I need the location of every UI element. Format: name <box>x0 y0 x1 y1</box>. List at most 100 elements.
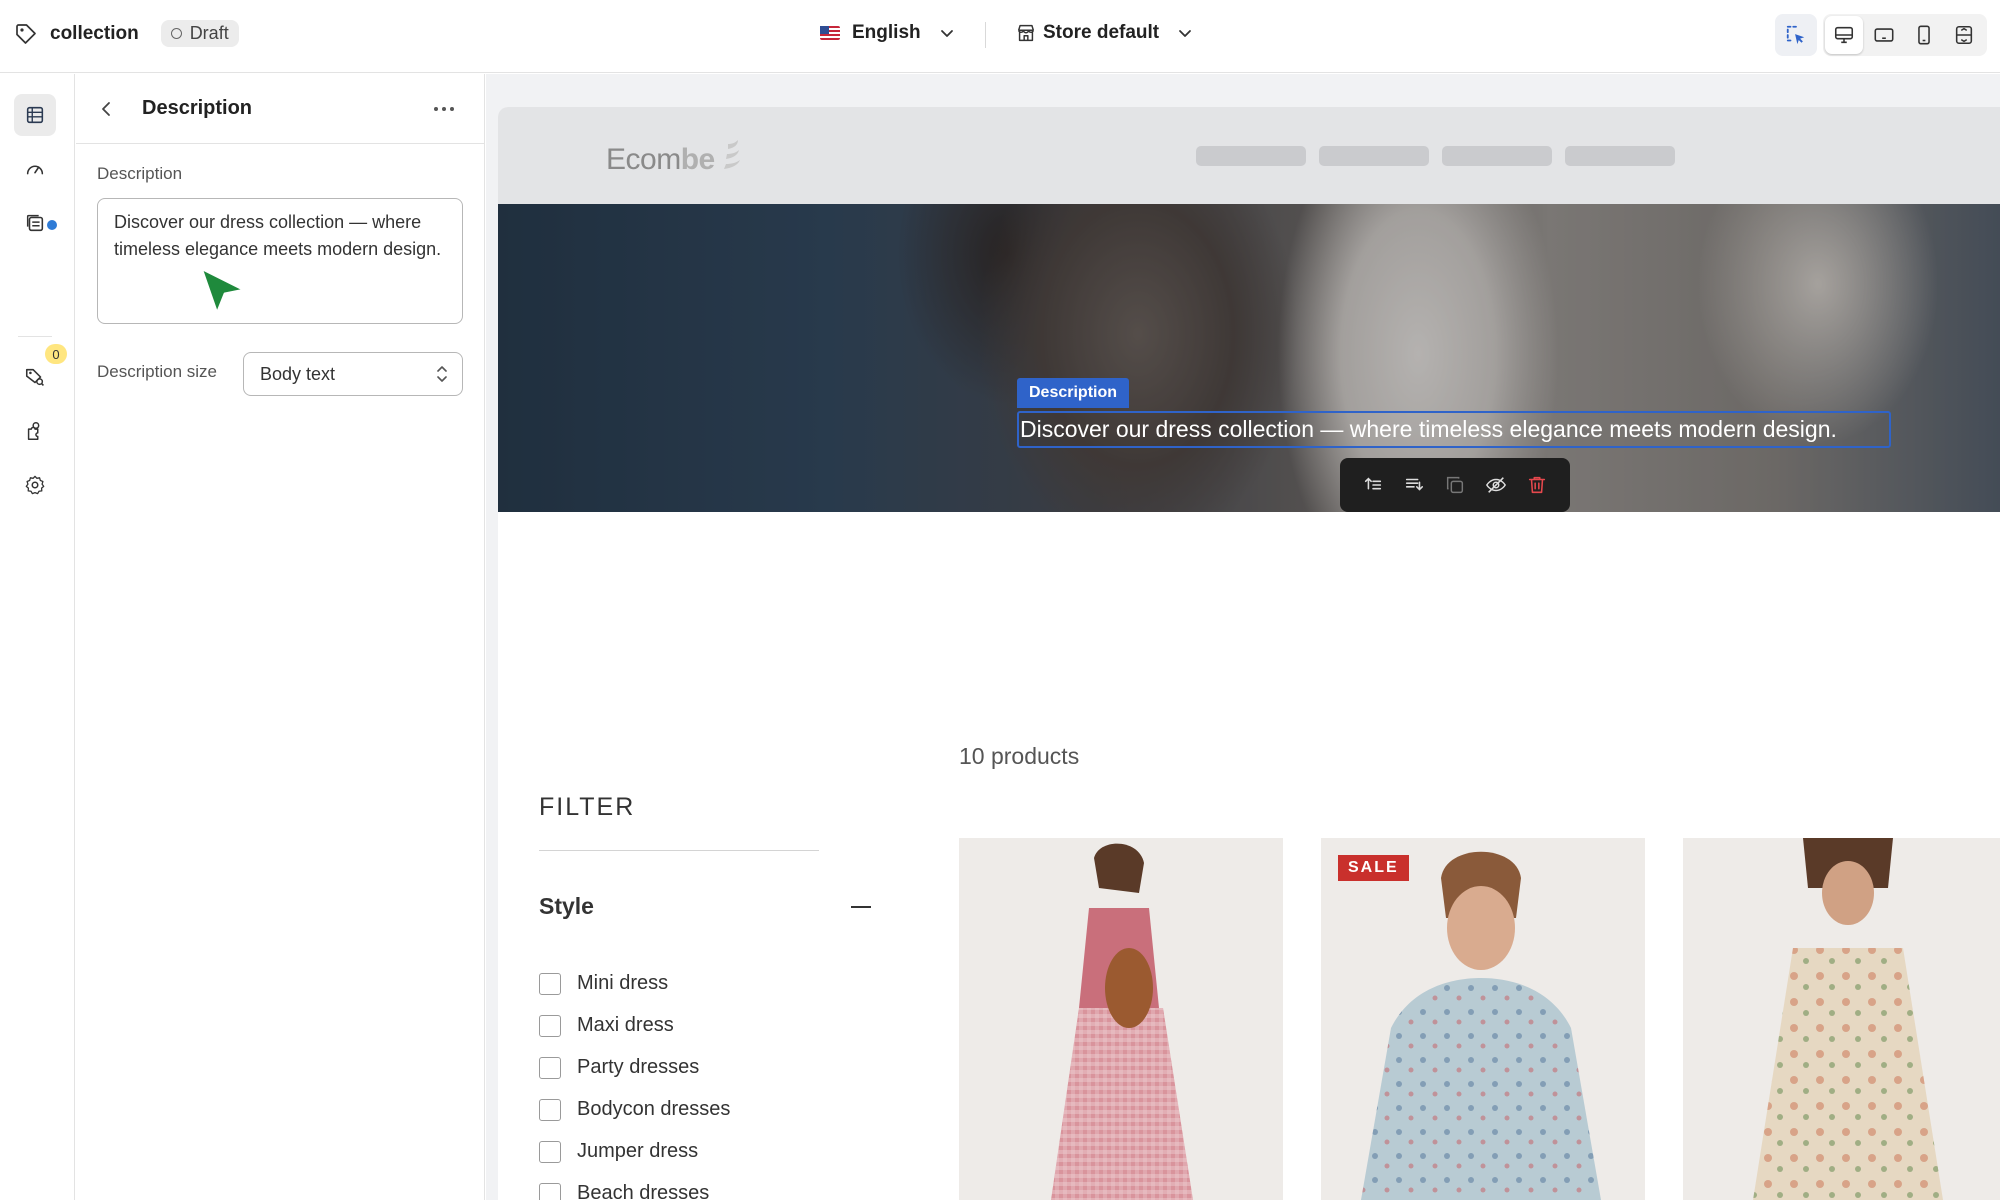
pages-icon <box>26 214 44 232</box>
delete-button[interactable] <box>1524 472 1550 498</box>
site-header: Ecombe <box>498 107 2000 204</box>
site-preview: Ecombe Description Discover our dress co… <box>498 107 2000 1200</box>
panel-header: Description <box>76 74 484 144</box>
filter-option[interactable]: Jumper dress <box>539 1140 698 1163</box>
store-icon <box>1017 24 1035 42</box>
selected-block-label: Description <box>1017 378 1130 408</box>
filter-option-label: Beach dresses <box>577 1182 710 1200</box>
logo-mark-icon <box>724 140 740 169</box>
nav-placeholder <box>1319 146 1429 166</box>
rail-divider <box>18 336 52 337</box>
filter-option-label: Bodycon dresses <box>577 1098 731 1120</box>
duplicate-icon <box>1446 476 1464 494</box>
product-card[interactable]: SALE <box>1321 838 1645 1200</box>
product-image <box>1683 838 2000 1200</box>
store-label: Store default <box>1043 22 1160 43</box>
status-badge: Draft <box>160 20 239 47</box>
more-options-icon[interactable] <box>432 98 456 120</box>
language-label: English <box>852 22 921 43</box>
mobile-view-button[interactable] <box>1905 16 1943 54</box>
checkbox[interactable] <box>539 1098 561 1121</box>
left-rail: 0 <box>0 74 75 1200</box>
language-selector[interactable]: English <box>820 22 957 44</box>
desktop-view-button[interactable] <box>1825 16 1863 54</box>
style-filter-heading[interactable]: Style <box>539 893 594 920</box>
checkbox[interactable] <box>539 1140 561 1163</box>
rail-settings-button[interactable] <box>14 464 56 506</box>
select-tool-button[interactable] <box>1775 14 1817 56</box>
hero-banner-image[interactable]: Description Discover our dress collectio… <box>498 204 2000 512</box>
rail-pages-button[interactable] <box>14 202 56 244</box>
duplicate-button[interactable] <box>1442 472 1468 498</box>
page-name: collection <box>50 22 139 44</box>
move-down-button[interactable] <box>1401 472 1427 498</box>
nav-placeholder <box>1196 146 1306 166</box>
trash-icon <box>1529 476 1546 494</box>
product-image <box>1321 838 1645 1200</box>
cursor-pointer-icon <box>199 266 247 316</box>
rail-sections-button[interactable] <box>14 94 56 136</box>
filter-option[interactable]: Beach dresses <box>539 1182 709 1200</box>
draft-dot-icon <box>170 28 182 39</box>
checkbox[interactable] <box>539 1182 561 1200</box>
device-switcher <box>1823 14 1987 56</box>
page-identity: collection Draft <box>14 20 239 47</box>
gauge-icon <box>26 165 44 175</box>
filter-option-label: Mini dress <box>577 972 669 994</box>
description-textarea[interactable]: Discover our dress collection — where ti… <box>97 198 463 324</box>
divider <box>985 22 986 48</box>
chevron-down-icon <box>940 30 953 37</box>
tablet-icon <box>1874 28 1894 42</box>
desktop-icon <box>1834 26 1854 44</box>
rail-speed-button[interactable] <box>14 148 56 190</box>
nav-placeholder <box>1565 146 1675 166</box>
move-down-icon <box>1405 478 1423 491</box>
filter-option[interactable]: Party dresses <box>539 1056 699 1079</box>
filter-divider <box>539 850 819 851</box>
description-size-value: Body text <box>260 364 336 384</box>
logo-text-bold: be <box>680 143 716 176</box>
move-up-button[interactable] <box>1360 472 1386 498</box>
fullscreen-view-button[interactable] <box>1945 16 1983 54</box>
description-size-label: Description size <box>97 362 217 381</box>
select-arrows-icon <box>437 366 447 382</box>
settings-panel: Description Description Discover our dre… <box>76 74 485 1200</box>
view-controls <box>1775 14 1987 56</box>
expand-vertical-icon <box>1955 25 1973 45</box>
hero-description-text[interactable]: Discover our dress collection — where ti… <box>1020 414 1837 444</box>
mobile-icon <box>1918 25 1930 45</box>
checkbox[interactable] <box>539 972 561 995</box>
description-label: Description <box>97 164 183 183</box>
filter-option[interactable]: Maxi dress <box>539 1014 674 1037</box>
chevron-down-icon <box>1179 30 1192 37</box>
description-size-select[interactable]: Body text <box>243 352 463 396</box>
filter-option[interactable]: Mini dress <box>539 972 668 995</box>
filter-option-label: Party dresses <box>577 1056 700 1078</box>
filter-option-label: Maxi dress <box>577 1014 674 1036</box>
product-card[interactable] <box>1683 838 2000 1200</box>
rail-apps-button[interactable] <box>14 410 56 452</box>
collapse-minus-icon[interactable] <box>851 906 871 908</box>
product-count: 10 products <box>959 743 1080 769</box>
move-up-icon <box>1364 477 1381 490</box>
store-logo: Ecombe <box>606 143 715 177</box>
tag-search-icon <box>25 368 44 386</box>
chevron-left-icon[interactable] <box>96 98 118 120</box>
status-label: Draft <box>189 23 229 43</box>
filter-option[interactable]: Bodycon dresses <box>539 1098 730 1121</box>
layout-sections-icon <box>26 106 44 124</box>
rail-count-badge: 0 <box>45 344 67 364</box>
tag-icon <box>16 23 36 44</box>
eye-off-icon <box>1486 477 1507 493</box>
logo-text: Ecom <box>606 143 681 176</box>
checkbox[interactable] <box>539 1056 561 1079</box>
nav-placeholder <box>1442 146 1552 166</box>
checkbox[interactable] <box>539 1014 561 1037</box>
hide-button[interactable] <box>1483 472 1509 498</box>
filter-option-label: Jumper dress <box>577 1140 699 1162</box>
store-selector[interactable]: Store default <box>1015 22 1195 44</box>
filter-title: FILTER <box>539 793 636 821</box>
tablet-landscape-button[interactable] <box>1865 16 1903 54</box>
product-card[interactable] <box>959 838 1283 1200</box>
sale-badge: SALE <box>1338 855 1409 881</box>
